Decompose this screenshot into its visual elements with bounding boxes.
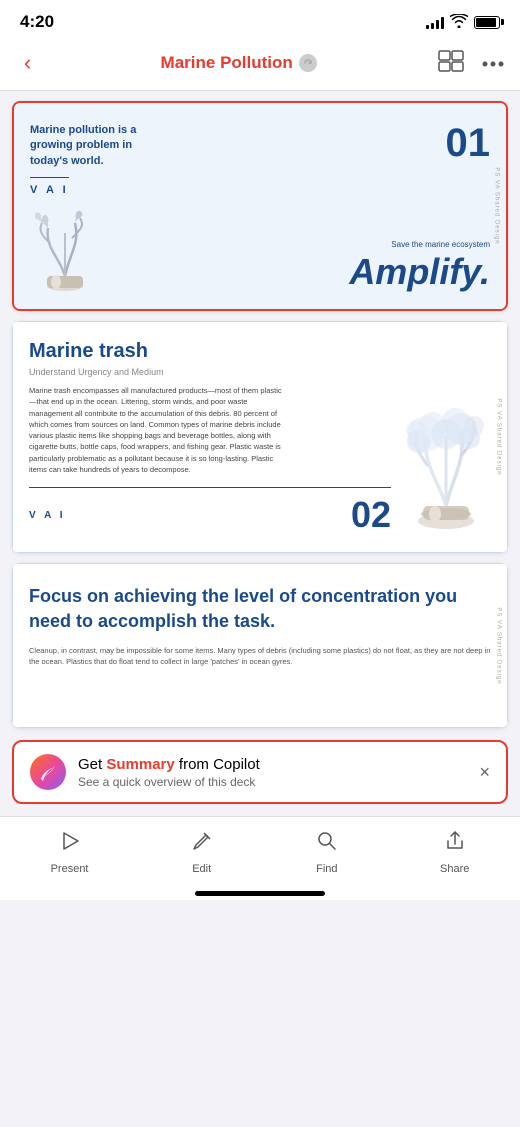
copilot-banner[interactable]: Get Summary from Copilot See a quick ove… [12, 740, 508, 804]
status-time: 4:20 [20, 12, 54, 32]
edit-icon [190, 829, 214, 859]
status-icons [426, 14, 500, 31]
slide-1-side-label-wrapper: PS VA Shared Design [488, 103, 506, 309]
slide-3-title-rest: on achieving the level of concentration … [29, 586, 457, 631]
copilot-close-button[interactable]: × [479, 762, 490, 783]
layout-icon[interactable] [438, 50, 464, 77]
slide-2-subtitle: Understand Urgency and Medium [29, 367, 391, 377]
amplify-text: Amplify. [349, 251, 490, 292]
copilot-sub-text: See a quick overview of this deck [78, 775, 467, 789]
nav-share-label: Share [440, 863, 469, 875]
slide-card-1[interactable]: Marine pollution is a growing problem in… [12, 101, 508, 311]
home-bar [195, 891, 325, 896]
slide-2-letters: V A I [29, 510, 65, 521]
nav-title-group: Marine Pollution [161, 53, 317, 73]
nav-present-label: Present [51, 863, 89, 875]
copilot-text: Get Summary from Copilot See a quick ove… [78, 756, 467, 789]
nav-edit-label: Edit [192, 863, 211, 875]
slide-1-top: Marine pollution is a growing problem in… [30, 123, 490, 198]
bottom-nav: Present Edit Find Share [0, 816, 520, 883]
copilot-summary-text: Summary [106, 756, 174, 773]
slide-2-coral-icon [401, 366, 491, 536]
slide-2-inner: Marine trash Understand Urgency and Medi… [12, 321, 508, 553]
nav-title: Marine Pollution [161, 53, 293, 73]
slide-1-side-label: PS VA Shared Design [494, 167, 500, 244]
present-icon [58, 829, 82, 859]
slide-2-title: Marine trash [29, 340, 391, 363]
slide-card-3[interactable]: Focus on achieving the level of concentr… [12, 563, 508, 728]
slide-1-tagline: Marine pollution is a growing problem in… [30, 123, 170, 169]
slide-1-letters: V A I [30, 177, 69, 196]
slide-3-body: Cleanup, in contrast, may be impossible … [29, 645, 491, 668]
home-indicator [0, 883, 520, 900]
nav-item-share[interactable]: Share [440, 829, 469, 875]
slide-3-title: Focus on achieving the level of concentr… [29, 584, 491, 634]
copilot-icon [30, 754, 66, 790]
slide-2-number: 02 [351, 494, 391, 536]
signal-icon [426, 15, 444, 29]
copilot-main-text: Get Summary from Copilot [78, 756, 467, 773]
back-button[interactable]: ‹ [16, 46, 39, 80]
status-bar: 4:20 [0, 0, 520, 38]
slide-3-side-label: PS VA Shared Design [496, 607, 502, 684]
slide-1-amplify-section: Save the marine ecosystem Amplify. [100, 240, 490, 293]
slides-scroll-area: Marine pollution is a growing problem in… [0, 91, 520, 816]
battery-icon [474, 16, 500, 29]
slide-2-side-label: PS VA Shared Design [496, 399, 502, 476]
save-marine-text: Save the marine ecosystem [100, 240, 490, 249]
slide-1-bottom: Save the marine ecosystem Amplify. [30, 208, 490, 293]
nav-title-sync-icon [299, 54, 317, 72]
find-icon [315, 829, 339, 859]
slide-3-inner: Focus on achieving the level of concentr… [12, 563, 508, 728]
copilot-get-text: Get [78, 756, 106, 773]
wifi-icon [450, 14, 468, 31]
slide-2-image [401, 340, 491, 536]
more-options-icon[interactable] [482, 54, 504, 72]
slide-3-focus-word: Focus [29, 586, 82, 606]
nav-find-label: Find [316, 863, 337, 875]
copilot-from-text: from Copilot [175, 756, 260, 773]
share-icon [443, 829, 467, 859]
coral-plant-icon [30, 208, 100, 293]
nav-item-present[interactable]: Present [51, 829, 89, 875]
nav-item-find[interactable]: Find [315, 829, 339, 875]
slide-card-2[interactable]: Marine trash Understand Urgency and Medi… [12, 321, 508, 553]
nav-bar: ‹ Marine Pollution [0, 38, 520, 91]
nav-item-edit[interactable]: Edit [190, 829, 214, 875]
slide-1-number: 01 [446, 123, 491, 163]
slide-3-side-label-wrapper: PS VA Shared Design [490, 563, 508, 728]
slide-2-content: Marine trash Understand Urgency and Medi… [29, 340, 391, 536]
slide-2-side-label-wrapper: PS VA Shared Design [490, 321, 508, 553]
nav-right-icons [438, 50, 504, 77]
slide-2-body: Marine trash encompasses all manufacture… [29, 385, 289, 475]
slide-2-footer: V A I 02 [29, 487, 391, 536]
slide-1-plant-area [30, 208, 100, 293]
